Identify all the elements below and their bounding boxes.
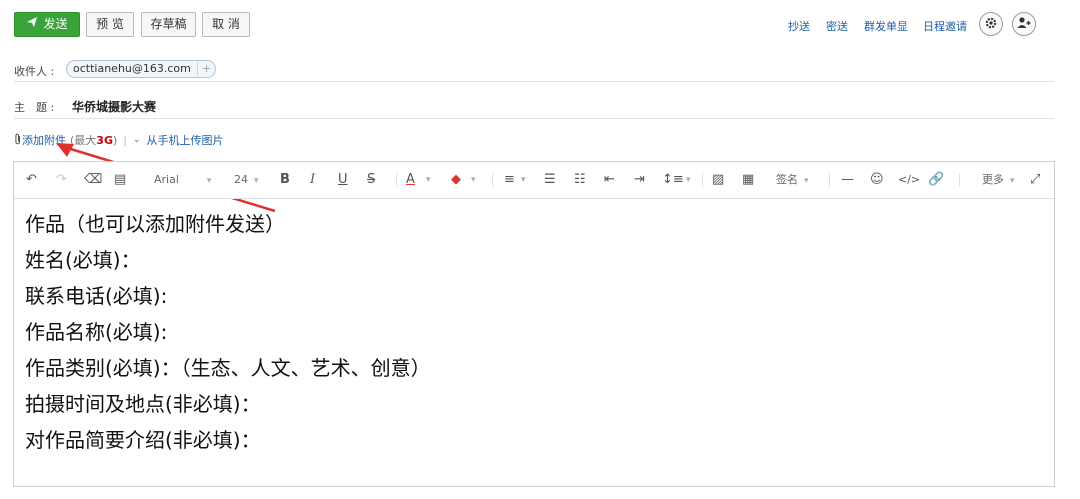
cancel-button[interactable]: 取 消 bbox=[202, 12, 250, 37]
expand-icon[interactable]: ⤢ bbox=[1030, 171, 1040, 189]
subject-input[interactable]: 华侨城摄影大赛 bbox=[72, 98, 156, 115]
editor-toolbar: ↶ ↷ ⌫ ▤ Arial ▾ 24 ▾ B I U S A ▾ ◆ ▾ ≡ ▾ ☰… bbox=[14, 162, 1054, 199]
body-line: 姓名(必填)： bbox=[25, 248, 141, 272]
recipient-label: 收件人 : bbox=[14, 65, 55, 78]
recipient-email: octtianehu@163.com bbox=[73, 62, 191, 75]
divider bbox=[396, 173, 397, 187]
image-icon[interactable]: ▨ bbox=[712, 171, 724, 189]
body-line: 作品（也可以添加附件发送） bbox=[25, 212, 285, 236]
signature-select[interactable]: 签名 ▾ bbox=[776, 171, 809, 189]
chevron-down-icon[interactable]: ▾ bbox=[471, 171, 476, 189]
body-line: 联系电话(必填): bbox=[25, 284, 168, 308]
eraser-icon[interactable]: ⌫ bbox=[84, 171, 102, 189]
signature-label: 签名 bbox=[776, 173, 798, 186]
code-icon[interactable]: </> bbox=[898, 171, 920, 189]
body-line: 作品类别(必填)：（生态、人文、艺术、创意） bbox=[25, 356, 431, 380]
paper-plane-icon bbox=[26, 13, 38, 36]
chevron-down-icon[interactable]: ▾ bbox=[426, 171, 431, 189]
outdent-icon[interactable]: ⇤ bbox=[604, 171, 615, 189]
group-send-link[interactable]: 群发单显 bbox=[864, 18, 908, 34]
highlight-color-icon[interactable]: ◆ bbox=[451, 171, 461, 189]
indent-icon[interactable]: ⇥ bbox=[634, 171, 645, 189]
more-label: 更多 bbox=[982, 173, 1004, 186]
line-height-icon[interactable]: ↕≡ bbox=[662, 171, 684, 189]
send-button[interactable]: 发送 bbox=[14, 12, 80, 37]
gear-icon bbox=[984, 15, 998, 34]
chevron-down-icon[interactable]: ▾ bbox=[521, 171, 526, 189]
format-painter-icon[interactable]: ▤ bbox=[114, 171, 126, 189]
bullet-list-icon[interactable]: ☰ bbox=[544, 171, 556, 189]
preview-button[interactable]: 预 览 bbox=[86, 12, 134, 37]
font-family-value: Arial bbox=[154, 173, 179, 186]
save-draft-button[interactable]: 存草稿 bbox=[141, 12, 196, 37]
emoji-icon[interactable]: ☺ bbox=[870, 171, 884, 189]
font-size-select[interactable]: 24 ▾ bbox=[234, 171, 259, 189]
font-family-select[interactable]: Arial ▾ bbox=[154, 171, 211, 189]
message-editor[interactable]: ↶ ↷ ⌫ ▤ Arial ▾ 24 ▾ B I U S A ▾ ◆ ▾ ≡ ▾ ☰… bbox=[13, 161, 1055, 487]
numbered-list-icon[interactable]: ☷ bbox=[574, 171, 586, 189]
body-line: 作品名称(必填): bbox=[25, 320, 168, 344]
bcc-link[interactable]: 密送 bbox=[826, 18, 848, 34]
divider bbox=[959, 173, 960, 187]
align-icon[interactable]: ≡ bbox=[504, 171, 515, 189]
add-user-icon bbox=[1016, 15, 1032, 34]
horizontal-rule-icon[interactable]: — bbox=[841, 171, 854, 189]
divider bbox=[14, 118, 1054, 119]
table-icon[interactable]: ▦ bbox=[742, 171, 754, 189]
send-label: 发送 bbox=[43, 17, 68, 31]
divider bbox=[702, 173, 703, 187]
add-recipient-button[interactable]: + bbox=[196, 62, 211, 76]
chevron-down-icon[interactable]: ▾ bbox=[686, 171, 691, 189]
divider bbox=[492, 173, 493, 187]
divider bbox=[14, 81, 1054, 82]
message-body[interactable]: 作品（也可以添加附件发送） 姓名(必填)： 联系电话(必填): 作品名称(必填)… bbox=[25, 206, 431, 458]
undo-icon[interactable]: ↶ bbox=[26, 171, 37, 189]
bold-icon[interactable]: B bbox=[280, 171, 290, 189]
chevron-down-icon: ▾ bbox=[804, 176, 809, 186]
divider bbox=[829, 173, 830, 187]
add-contact-button[interactable] bbox=[1012, 12, 1036, 36]
link-icon[interactable]: 🔗 bbox=[928, 171, 944, 189]
font-color-icon[interactable]: A bbox=[406, 171, 415, 189]
cc-link[interactable]: 抄送 bbox=[788, 18, 810, 34]
paperclip-icon bbox=[14, 133, 22, 148]
font-size-value: 24 bbox=[234, 173, 248, 186]
chevron-down-icon: ▾ bbox=[206, 176, 212, 186]
schedule-invite-link[interactable]: 日程邀请 bbox=[923, 18, 967, 34]
underline-icon[interactable]: U bbox=[338, 171, 348, 189]
strikethrough-icon[interactable]: S bbox=[367, 171, 375, 189]
settings-button[interactable] bbox=[979, 12, 1003, 36]
subject-label: 主 题 : bbox=[14, 101, 55, 114]
body-line: 对作品简要介绍(非必填)： bbox=[25, 428, 261, 452]
chevron-down-icon: ▾ bbox=[254, 176, 259, 186]
body-line: 拍摄时间及地点(非必填)： bbox=[25, 392, 261, 416]
chevron-down-icon: ▾ bbox=[1010, 176, 1015, 186]
recipient-chip[interactable]: octtianehu@163.com + bbox=[66, 60, 217, 78]
redo-icon[interactable]: ↷ bbox=[56, 171, 67, 189]
more-select[interactable]: 更多 ▾ bbox=[982, 171, 1015, 189]
italic-icon[interactable]: I bbox=[310, 171, 315, 189]
